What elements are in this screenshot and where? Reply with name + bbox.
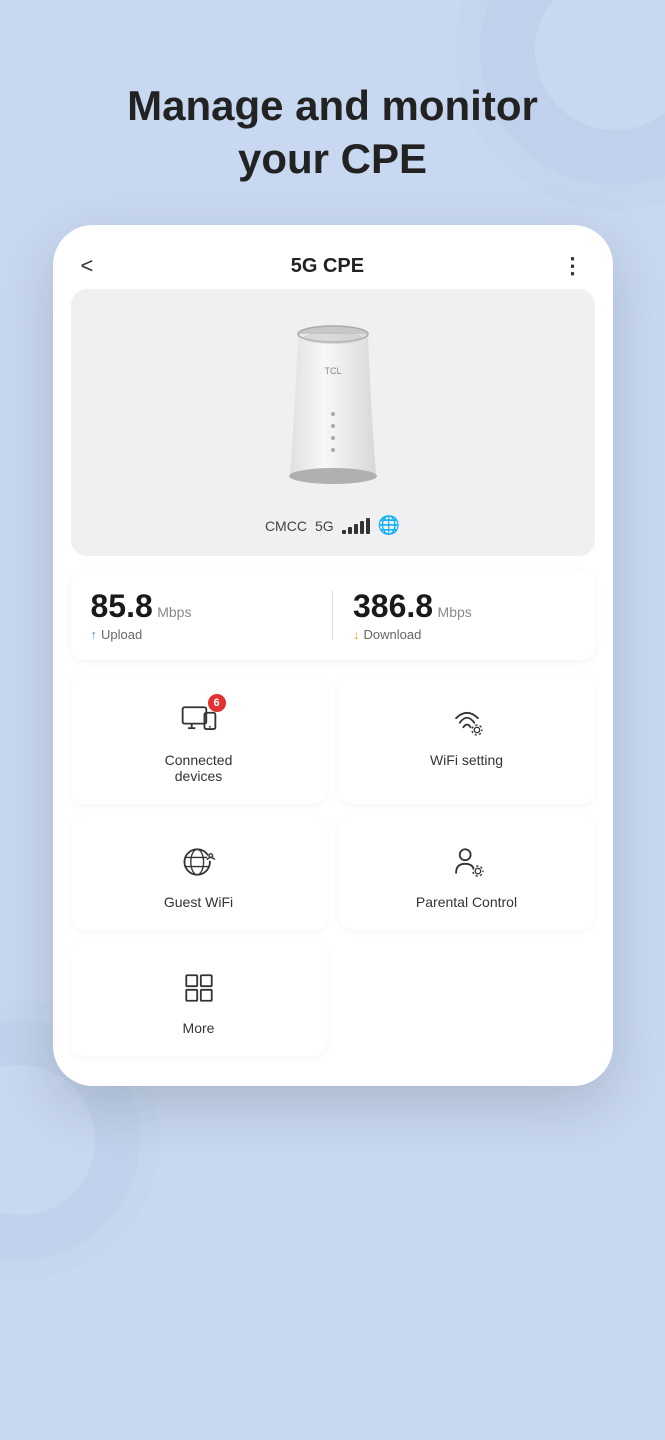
upload-label: ↑ Upload	[91, 627, 313, 642]
guest-wifi-label: Guest WiFi	[164, 894, 233, 910]
network-type-label: 5G	[315, 518, 334, 534]
parental-control-label: Parental Control	[416, 894, 517, 910]
phone-mockup: < 5G CPE ⋮	[53, 225, 613, 1086]
parental-control-icon	[447, 842, 487, 882]
svg-text:TCL: TCL	[324, 366, 341, 376]
download-value: 386.8	[353, 588, 433, 624]
menu-button[interactable]: ⋮	[562, 253, 585, 279]
speed-divider	[332, 590, 333, 640]
connected-devices-tile[interactable]: 6 Connecteddevices	[71, 674, 327, 804]
connected-devices-icon-container: 6	[174, 698, 224, 742]
download-speed: 386.8 Mbps ↓ Download	[353, 588, 575, 642]
upload-speed: 85.8 Mbps ↑ Upload	[91, 588, 313, 642]
wifi-setting-label: WiFi setting	[430, 752, 503, 768]
guest-wifi-tile[interactable]: Guest WiFi	[71, 816, 327, 930]
guest-wifi-icon-container	[174, 840, 224, 884]
upload-unit: Mbps	[157, 604, 191, 620]
hero-section: Manage and monitor your CPE	[87, 80, 578, 185]
speed-section: 85.8 Mbps ↑ Upload 386.8 Mbps ↓ Download	[71, 570, 595, 660]
wifi-setting-icon-container	[442, 698, 492, 742]
guest-wifi-icon	[179, 842, 219, 882]
parental-control-tile[interactable]: Parental Control	[339, 816, 595, 930]
download-label: ↓ Download	[353, 627, 575, 642]
router-svg: TCL	[268, 314, 398, 504]
download-unit: Mbps	[438, 604, 472, 620]
carrier-label: CMCC	[265, 518, 307, 534]
more-tile[interactable]: More	[71, 942, 327, 1056]
phone-header: < 5G CPE ⋮	[53, 225, 613, 289]
hero-title: Manage and monitor your CPE	[127, 80, 538, 185]
wifi-setting-tile[interactable]: WiFi setting	[339, 674, 595, 804]
download-arrow-icon: ↓	[353, 627, 360, 642]
globe-icon: 🌐	[378, 515, 400, 536]
signal-info: CMCC 5G 🌐	[265, 515, 400, 536]
more-label: More	[183, 1020, 215, 1036]
wifi-setting-icon	[447, 700, 487, 740]
more-icon-container	[174, 966, 224, 1010]
router-section: TCL CMCC 5G 🌐	[71, 289, 595, 556]
connected-devices-label: Connecteddevices	[165, 752, 233, 784]
feature-grid: 6 Connecteddevices WiFi setting	[71, 674, 595, 1056]
upload-arrow-icon: ↑	[91, 627, 98, 642]
signal-bars	[342, 518, 370, 534]
page-title: 5G CPE	[291, 255, 364, 278]
more-icon	[179, 968, 219, 1008]
upload-value: 85.8	[91, 588, 153, 624]
parental-control-icon-container	[442, 840, 492, 884]
connected-devices-badge: 6	[208, 694, 226, 712]
router-image: TCL	[253, 309, 413, 509]
back-button[interactable]: <	[81, 253, 94, 279]
